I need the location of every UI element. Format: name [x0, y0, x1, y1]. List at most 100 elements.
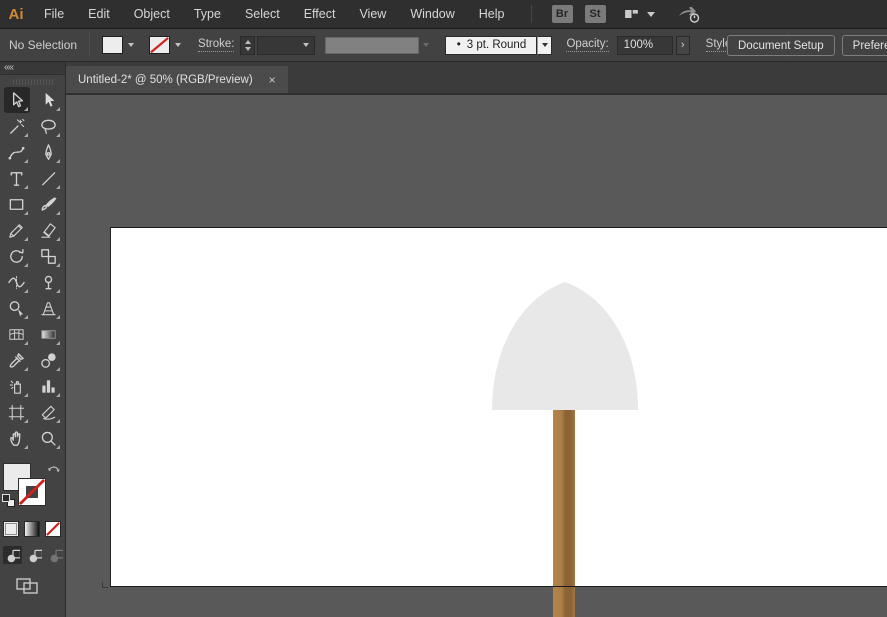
- tool-artboard[interactable]: [4, 399, 30, 425]
- artboard-corner-mark: [102, 582, 108, 588]
- tool-slice[interactable]: [36, 399, 62, 425]
- menu-view[interactable]: View: [347, 0, 398, 28]
- bridge-button[interactable]: Br: [552, 5, 573, 23]
- preferences-button[interactable]: Preferences: [842, 35, 887, 56]
- menu-object[interactable]: Object: [122, 0, 182, 28]
- none-slash-icon: [19, 479, 45, 505]
- panel-grip[interactable]: [13, 79, 53, 85]
- tool-shape-builder[interactable]: [4, 295, 30, 321]
- canvas-area[interactable]: [66, 95, 887, 617]
- tool-blend[interactable]: [36, 347, 62, 373]
- draw-inside-icon: [48, 548, 63, 563]
- color-type-row: [0, 521, 65, 537]
- stock-button[interactable]: St: [585, 5, 606, 23]
- share-button[interactable]: [677, 5, 701, 24]
- artboard-bottom-edge: [110, 586, 887, 587]
- draw-behind-button[interactable]: [25, 546, 44, 564]
- tool-curvature[interactable]: [4, 139, 30, 165]
- tool-column-graph[interactable]: [36, 373, 62, 399]
- default-fill-stroke-button[interactable]: [2, 494, 16, 508]
- direct-selection-icon: [39, 91, 58, 110]
- opacity-label[interactable]: Opacity:: [566, 38, 608, 52]
- gradient-button[interactable]: [24, 521, 40, 537]
- selection-status: No Selection: [0, 38, 89, 52]
- shovel-head-shape[interactable]: [492, 282, 638, 410]
- perspective-grid-icon: [39, 299, 58, 318]
- document-setup-button[interactable]: Document Setup: [727, 35, 835, 56]
- drawing-modes-row: [0, 546, 65, 564]
- rectangle-icon: [7, 195, 26, 214]
- menu-bar: Ai FileEditObjectTypeSelectEffectViewWin…: [0, 0, 887, 29]
- fill-color-swatch[interactable]: [102, 36, 123, 54]
- menu-effect[interactable]: Effect: [292, 0, 348, 28]
- menu-edit[interactable]: Edit: [76, 0, 122, 28]
- stroke-indicator[interactable]: [18, 478, 46, 506]
- tool-rotate[interactable]: [4, 243, 30, 269]
- rotate-icon: [7, 247, 26, 266]
- stepper-up-icon: [245, 40, 251, 44]
- tool-paintbrush[interactable]: [36, 191, 62, 217]
- tool-puppet-warp[interactable]: [36, 269, 62, 295]
- tool-mesh[interactable]: [4, 321, 30, 347]
- tool-lasso[interactable]: [36, 113, 62, 139]
- tool-selection[interactable]: [4, 87, 30, 113]
- draw-normal-button[interactable]: [3, 546, 22, 564]
- stroke-color-swatch[interactable]: [149, 36, 170, 54]
- document-tab[interactable]: Untitled-2* @ 50% (RGB/Preview) ×: [66, 66, 288, 93]
- tool-eyedropper[interactable]: [4, 347, 30, 373]
- menu-window[interactable]: Window: [398, 0, 466, 28]
- chevron-down-icon: [303, 43, 309, 47]
- screen-mode-button[interactable]: [14, 576, 40, 596]
- menu-help[interactable]: Help: [467, 0, 517, 28]
- tool-hand[interactable]: [4, 425, 30, 451]
- default-stroke-mini: [2, 494, 10, 502]
- stroke-label[interactable]: Stroke:: [198, 38, 234, 52]
- workspace-switcher[interactable]: [622, 6, 655, 22]
- tool-type[interactable]: [4, 165, 30, 191]
- tool-direct-selection[interactable]: [36, 87, 62, 113]
- none-button[interactable]: [45, 521, 61, 537]
- chevron-down-icon: [175, 43, 181, 47]
- none-slash-icon: [46, 522, 60, 536]
- menu-type[interactable]: Type: [182, 0, 233, 28]
- collapse-panel-button[interactable]: ««: [0, 62, 65, 75]
- draw-behind-icon: [27, 548, 42, 563]
- fill-color-select[interactable]: [124, 36, 137, 54]
- tool-magic-wand[interactable]: [4, 113, 30, 139]
- share-icon: [677, 5, 701, 24]
- chevron-down-icon: [542, 43, 548, 47]
- tool-eraser[interactable]: [36, 217, 62, 243]
- tool-gradient[interactable]: [36, 321, 62, 347]
- opacity-input[interactable]: [617, 36, 673, 55]
- brush-definition-select[interactable]: [537, 36, 552, 55]
- eraser-icon: [39, 221, 58, 240]
- opacity-expand-button[interactable]: ›: [676, 36, 690, 55]
- close-icon[interactable]: ×: [269, 74, 276, 86]
- brush-definition-label: 3 pt. Round: [467, 39, 526, 51]
- symbol-sprayer-icon: [7, 377, 26, 396]
- width-icon: [7, 273, 26, 292]
- stroke-weight-select[interactable]: [257, 36, 315, 55]
- tool-rectangle[interactable]: [4, 191, 30, 217]
- tool-width[interactable]: [4, 269, 30, 295]
- tool-scale[interactable]: [36, 243, 62, 269]
- pencil-icon: [7, 221, 26, 240]
- tool-perspective-grid[interactable]: [36, 295, 62, 321]
- control-bar: No Selection Stroke: • 3 pt. Round Opaci…: [0, 29, 887, 62]
- tool-symbol-sprayer[interactable]: [4, 373, 30, 399]
- app-logo[interactable]: Ai: [0, 6, 32, 23]
- gradient-icon: [39, 325, 58, 344]
- tool-pencil[interactable]: [4, 217, 30, 243]
- illustrator-window: Ai FileEditObjectTypeSelectEffectViewWin…: [0, 0, 887, 617]
- menu-select[interactable]: Select: [233, 0, 292, 28]
- stroke-color-select[interactable]: [171, 36, 184, 54]
- tool-pen[interactable]: [36, 139, 62, 165]
- brush-definition-value[interactable]: • 3 pt. Round: [445, 36, 537, 55]
- tool-line-segment[interactable]: [36, 165, 62, 191]
- stroke-weight-stepper[interactable]: [240, 36, 255, 55]
- color-button[interactable]: [3, 521, 19, 537]
- menu-file[interactable]: File: [32, 0, 76, 28]
- line-segment-icon: [39, 169, 58, 188]
- swap-fill-stroke-button[interactable]: [47, 461, 61, 479]
- tool-zoom[interactable]: [36, 425, 62, 451]
